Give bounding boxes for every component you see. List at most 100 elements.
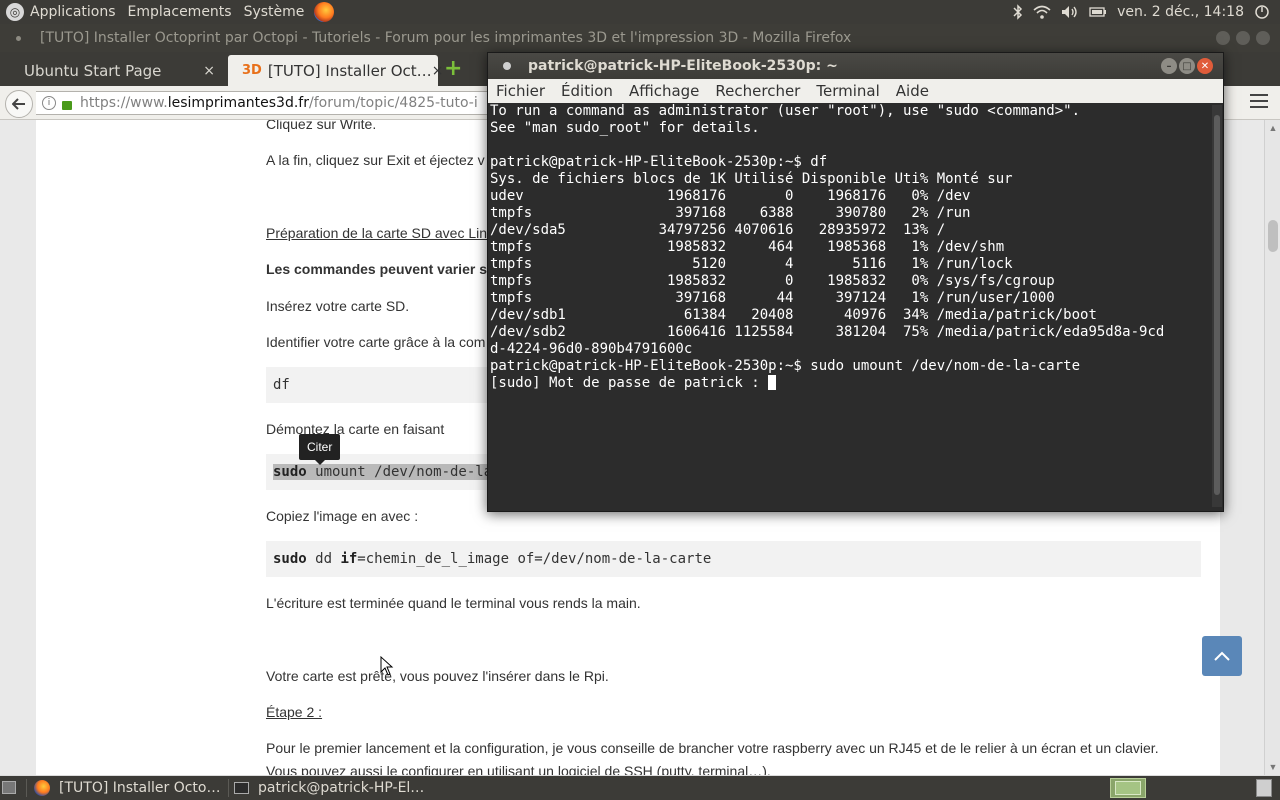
page-scrollbar[interactable]: ▲ ▼ [1264, 120, 1280, 775]
show-desktop-icon[interactable] [2, 781, 16, 794]
terminal-line: See "man sudo_root" for details. [490, 120, 760, 136]
terminal-line: Sys. de fichiers blocs de 1K Utilisé Dis… [490, 171, 1013, 187]
scroll-down-icon[interactable]: ▼ [1268, 762, 1278, 772]
new-tab-button[interactable]: + [444, 56, 462, 81]
close-window-icon[interactable]: ✕ [1197, 58, 1213, 74]
maximize-icon[interactable] [1236, 31, 1250, 45]
hamburger-menu-icon[interactable] [1250, 94, 1268, 112]
menu-terminal[interactable]: Terminal [808, 82, 887, 100]
terminal-line: patrick@patrick-HP-EliteBook-2530p:~$ df [490, 154, 828, 170]
menu-applications[interactable]: Applications [24, 0, 122, 24]
tab-ubuntu-start-page[interactable]: Ubuntu Start Page × [10, 55, 225, 86]
taskbar-separator [26, 779, 27, 797]
lock-icon [62, 100, 72, 110]
text-writing-done: L'écriture est terminée quand le termina… [266, 595, 641, 611]
taskbar-label: patrick@patrick-HP-El… [258, 780, 425, 796]
mouse-pointer-icon [380, 656, 394, 676]
text-copy-image: Copiez l'image en avec : [266, 508, 419, 524]
url-host: lesimprimantes3d.fr [167, 95, 309, 111]
maximize-icon[interactable]: □ [1179, 58, 1195, 74]
scroll-up-icon[interactable]: ▲ [1268, 123, 1278, 133]
text-unmount: Démontez la carte en faisant [266, 421, 445, 437]
url-path: /forum/topic/4825-tuto-i [308, 95, 478, 111]
bottom-taskbar: [TUTO] Installer Octo… patrick@patrick-H… [0, 776, 1280, 800]
menu-system[interactable]: Système [238, 0, 311, 24]
terminal-line: tmpfs 397168 44 397124 1% /run/user/1000 [490, 290, 1055, 306]
close-window-icon[interactable] [1256, 31, 1270, 45]
back-arrow-icon [12, 98, 25, 110]
terminal-icon [234, 782, 249, 794]
terminal-line: To run a command as administrator (user … [490, 103, 1081, 119]
terminal-window[interactable]: patrick@patrick-HP-EliteBook-2530p: ~ – … [487, 52, 1224, 512]
scroll-to-top-button[interactable] [1202, 636, 1242, 676]
code-block-dd[interactable]: sudo dd if =chemin_de_l_image of=/dev/nom… [266, 541, 1201, 577]
back-button[interactable] [5, 90, 33, 118]
session-power-icon[interactable] [1254, 4, 1270, 20]
menu-fichier[interactable]: Fichier [488, 82, 553, 100]
url-bar[interactable]: i https://www. lesimprimantes3d.fr/forum/… [36, 91, 496, 115]
tab-close-icon[interactable]: × [432, 63, 444, 79]
battery-icon[interactable] [1089, 6, 1107, 18]
heading-sd-linux: Préparation de la carte SD avec Lin [266, 225, 488, 241]
text-first-launch: Pour le premier lancement et la configur… [266, 740, 1159, 756]
text-identify-card: Identifier votre carte grâce à la com [266, 334, 486, 350]
terminal-scrollbar[interactable] [1212, 105, 1222, 507]
firefox-window-title: [TUTO] Installer Octoprint par Octopi - … [40, 30, 852, 46]
window-menu-dot-icon[interactable] [16, 36, 21, 41]
taskbar-terminal[interactable]: patrick@patrick-HP-El… [234, 776, 434, 800]
quote-tooltip[interactable]: Citer [299, 434, 341, 465]
terminal-line: udev 1968176 0 1968176 0% /dev [490, 188, 971, 204]
tab-label: [TUTO] Installer Oct… [267, 61, 432, 80]
terminal-line: /dev/sdb1 61384 20408 40976 34% /media/p… [490, 307, 1097, 323]
taskbar-firefox[interactable]: [TUTO] Installer Octo… [34, 776, 224, 800]
clock[interactable]: ven. 2 déc., 14:18 [1117, 4, 1244, 20]
text-exit: A la fin, cliquez sur Exit et éjectez v [266, 152, 485, 168]
text-card-ready: Votre carte est prête, vous pouvez l'ins… [266, 668, 609, 684]
scrollbar-thumb[interactable] [1214, 115, 1220, 495]
menu-places[interactable]: Emplacements [122, 0, 238, 24]
minimize-icon[interactable]: – [1161, 58, 1177, 74]
firefox-launcher-icon[interactable] [314, 2, 335, 22]
terminal-line: tmpfs 1985832 0 1985832 0% /sys/fs/cgrou… [490, 273, 1055, 289]
system-tray: ven. 2 déc., 14:18 [1013, 0, 1280, 24]
top-panel: ◎ Applications Emplacements Système ven.… [0, 0, 1280, 24]
terminal-line: tmpfs 5120 4 5116 1% /run/lock [490, 256, 1013, 272]
terminal-output[interactable]: To run a command as administrator (user … [488, 103, 1210, 511]
scrollbar-thumb[interactable] [1268, 220, 1278, 252]
code-text: df [273, 377, 290, 393]
firefox-titlebar: [TUTO] Installer Octoprint par Octopi - … [0, 24, 1280, 52]
tab-label: Ubuntu Start Page [24, 61, 162, 80]
terminal-titlebar[interactable]: patrick@patrick-HP-EliteBook-2530p: ~ – … [488, 53, 1223, 79]
terminal-cursor [768, 375, 777, 390]
tab-close-icon[interactable]: × [203, 63, 215, 79]
selected-code-text: sudo umount /dev/nom-de-la- [273, 464, 501, 480]
bluetooth-icon[interactable] [1013, 4, 1023, 20]
chevron-up-icon [1214, 651, 1230, 661]
trash-icon[interactable] [1256, 779, 1272, 797]
menu-affichage[interactable]: Affichage [621, 82, 707, 100]
site-favicon-icon: 3D [242, 63, 262, 78]
firefox-icon [34, 780, 50, 796]
ubuntu-logo-icon[interactable]: ◎ [6, 3, 24, 21]
text-write: Cliquez sur Write. [266, 120, 377, 132]
terminal-prompt-line[interactable]: [sudo] Mot de passe de patrick : [490, 375, 1210, 392]
volume-icon[interactable] [1061, 5, 1079, 19]
window-menu-dot-icon[interactable] [503, 62, 511, 70]
menu-edition[interactable]: Édition [553, 82, 621, 100]
menu-aide[interactable]: Aide [888, 82, 937, 100]
terminal-menubar: Fichier Édition Affichage Rechercher Ter… [488, 79, 1223, 103]
terminal-line: /dev/sdb2 1606416 1125584 381204 75% /me… [490, 324, 1165, 340]
tab-tuto-octoprint[interactable]: 3D [TUTO] Installer Oct… × [228, 55, 443, 86]
text-ssh: Vous pouvez aussi le configurer en utili… [266, 763, 771, 775]
site-info-icon[interactable]: i [42, 96, 56, 110]
menu-rechercher[interactable]: Rechercher [707, 82, 808, 100]
text-insert-sd: Insérez votre carte SD. [266, 298, 410, 314]
terminal-line: /dev/sda5 34797256 4070616 28935972 13% … [490, 222, 946, 238]
workspace-switcher[interactable] [1110, 778, 1146, 798]
wifi-icon[interactable] [1033, 5, 1051, 19]
taskbar-separator [228, 779, 229, 797]
heading-step-2: Étape 2 : [266, 704, 323, 720]
minimize-icon[interactable] [1216, 31, 1230, 45]
text-commands-vary: Les commandes peuvent varier s [266, 261, 487, 277]
